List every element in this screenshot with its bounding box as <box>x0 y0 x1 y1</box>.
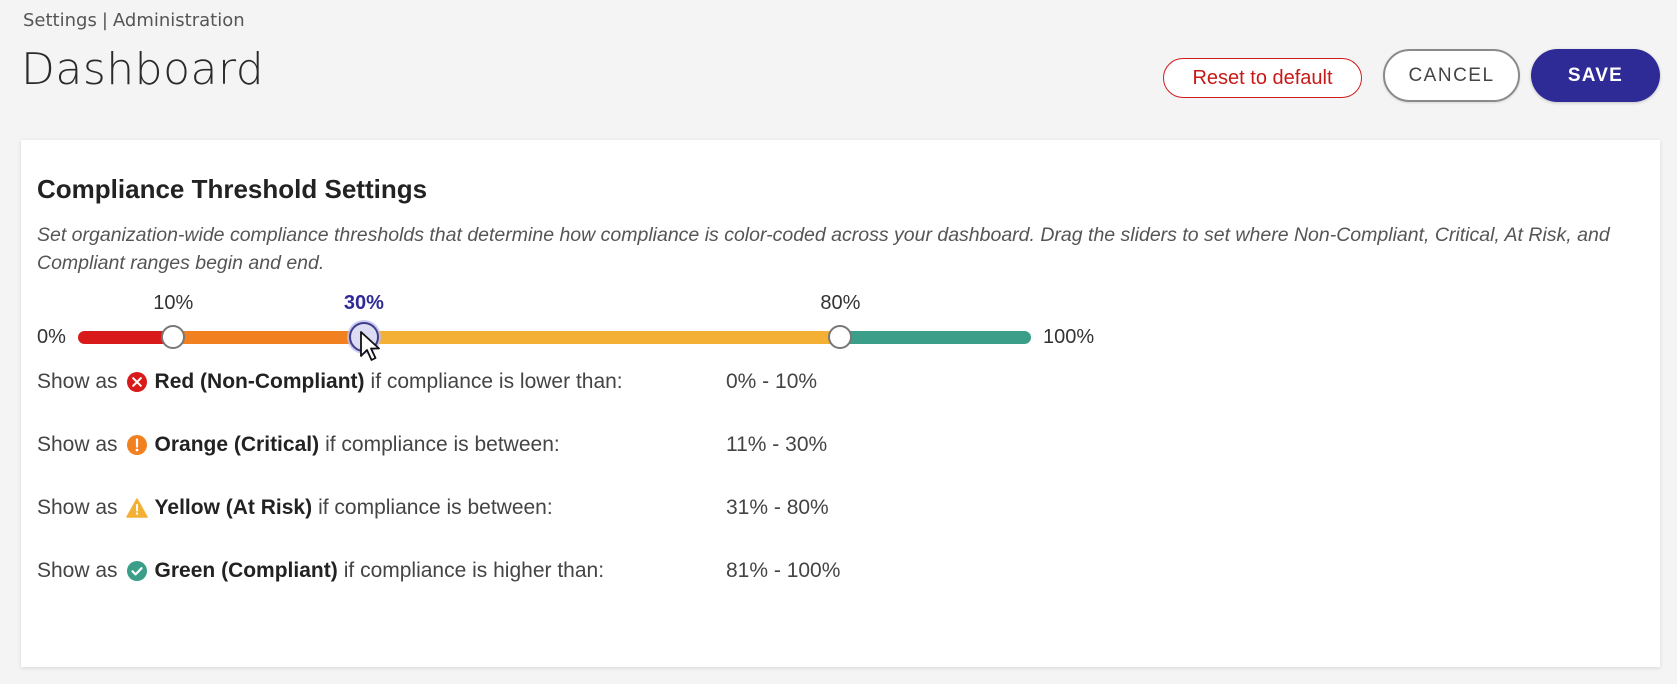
save-label: SAVE <box>1567 64 1624 86</box>
mouse-pointer-icon <box>360 331 380 361</box>
rule-color-name: Red (Non-Compliant) <box>154 370 365 393</box>
track-segment-yellow <box>363 331 841 344</box>
cancel-button[interactable]: CANCEL <box>1383 49 1520 102</box>
track-segment-red <box>78 331 174 344</box>
check-circle-icon <box>126 560 148 582</box>
rule-row-orange: Show as Orange (Critical) if compliance … <box>37 430 560 460</box>
save-button[interactable]: SAVE <box>1531 49 1660 102</box>
rule-row-green: Show as Green (Compliant) if compliance … <box>37 556 604 586</box>
warning-triangle-icon <box>125 497 148 519</box>
rule-condition: if compliance is between: <box>318 496 553 519</box>
breadcrumb-section[interactable]: Settings <box>23 10 97 31</box>
rule-condition: if compliance is higher than: <box>343 559 605 582</box>
reset-to-default-button[interactable]: Reset to default <box>1163 58 1362 98</box>
page-title: Dashboard <box>21 44 265 95</box>
rule-color-name: Green (Compliant) <box>154 559 338 582</box>
handle-label-red-orange: 10% <box>153 292 194 314</box>
rule-row-red: Show as Red (Non-Compliant) if complianc… <box>37 367 623 397</box>
track-segment-orange <box>173 331 364 344</box>
cancel-label: CANCEL <box>1408 64 1495 86</box>
slider-min-label: 0% <box>37 326 66 348</box>
threshold-slider: 0% 100% 10% 30% 80% <box>21 140 1660 667</box>
rule-range-orange: 11% - 30% <box>726 433 828 456</box>
handle-label-orange-yellow: 30% <box>343 292 384 314</box>
rule-prefix: Show as <box>37 496 118 519</box>
rule-prefix: Show as <box>37 433 118 456</box>
rule-color-name: Yellow (At Risk) <box>154 496 313 519</box>
slider-handle-yellow-green[interactable] <box>828 325 853 349</box>
rule-condition: if compliance is between: <box>325 433 560 456</box>
rule-range-green: 81% - 100% <box>726 559 841 582</box>
breadcrumb-page[interactable]: Administration <box>113 10 245 31</box>
rule-prefix: Show as <box>37 559 118 582</box>
track-segment-green <box>840 331 1031 344</box>
breadcrumb: Settings | Administration <box>23 10 245 31</box>
slider-max-label: 100% <box>1043 326 1095 348</box>
breadcrumb-separator: | <box>101 10 108 31</box>
rule-color-name: Orange (Critical) <box>154 433 320 456</box>
slider-handle-red-orange[interactable] <box>161 325 186 349</box>
x-circle-icon <box>126 371 148 393</box>
rule-range-yellow: 31% - 80% <box>726 496 829 519</box>
rule-condition: if compliance is lower than: <box>370 370 623 393</box>
compliance-threshold-card: Compliance Threshold Settings Set organi… <box>21 140 1660 667</box>
rule-prefix: Show as <box>37 370 118 393</box>
reset-to-default-label: Reset to default <box>1192 66 1333 89</box>
rule-range-red: 0% - 10% <box>726 370 818 393</box>
rule-row-yellow: Show as Yellow (At Risk) if compliance i… <box>37 493 553 523</box>
exclamation-circle-icon <box>126 434 148 456</box>
slider-track[interactable] <box>78 331 1031 344</box>
handle-label-yellow-green: 80% <box>820 292 861 314</box>
